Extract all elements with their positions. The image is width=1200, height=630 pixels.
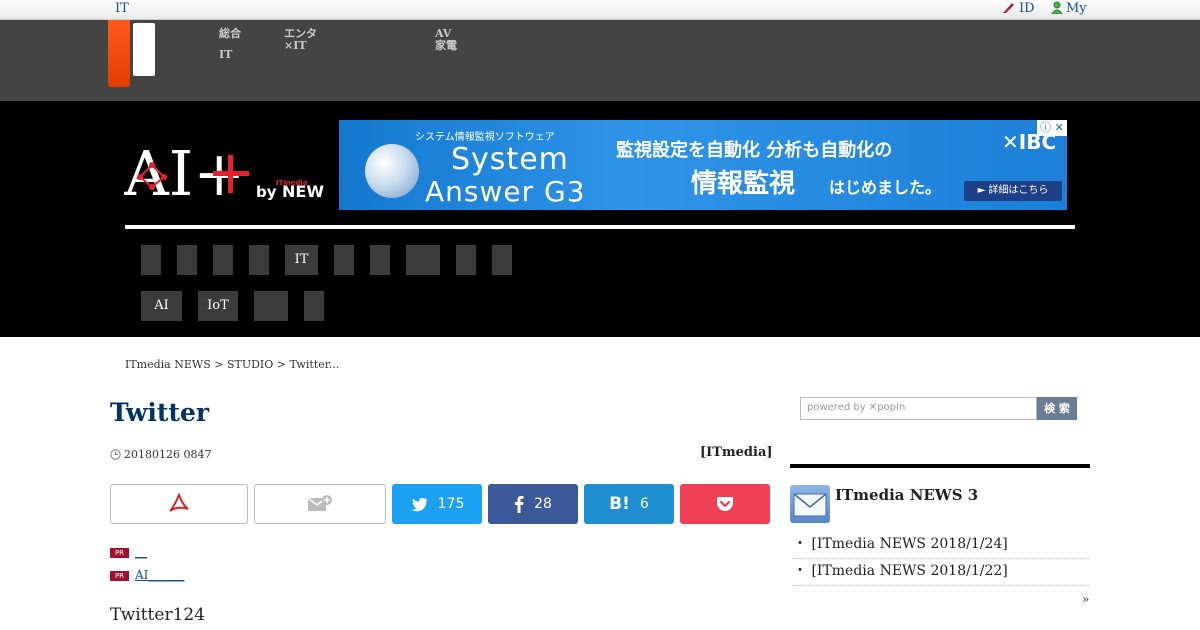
pr-badge: PR: [110, 571, 129, 581]
facebook-share-count: 28: [534, 496, 552, 512]
ad-product-line1: System: [451, 142, 569, 177]
hatena-icon: B!: [609, 494, 630, 514]
search-button[interactable]: 検 索: [1037, 397, 1077, 420]
mail-add-icon: [307, 495, 332, 511]
pr-badge: PR: [110, 548, 129, 558]
breadcrumb[interactable]: ITmedia NEWS > STUDIO > Twitter...: [125, 358, 339, 371]
category-tab[interactable]: [304, 291, 324, 321]
envelope-icon: [790, 485, 830, 523]
ad-headline-2: 情報監視: [691, 169, 796, 199]
pdf-button[interactable]: [110, 484, 248, 524]
logo-main: AI+: [124, 137, 245, 201]
pdf-icon: [169, 493, 189, 512]
ad-product-line2: Answer G3: [425, 175, 586, 208]
category-tab[interactable]: [213, 245, 233, 275]
article-date: 20180126 0847: [110, 448, 211, 461]
logo-by: by: [256, 183, 277, 201]
ranking-item[interactable]: ・ [ITmedia NEWS 2018/1/22]: [793, 560, 1089, 586]
category-tab-it[interactable]: IT: [285, 245, 318, 275]
ad-banner[interactable]: システム情報監視ソフトウェア System Answer G3 監視設定を自動化…: [339, 120, 1067, 210]
pr-link[interactable]: AI______: [135, 568, 184, 582]
logo-brand: NEWS: [282, 182, 324, 201]
category-tab[interactable]: [334, 245, 354, 275]
category-tab[interactable]: [492, 245, 512, 275]
ranking-item[interactable]: ・ [ITmedia NEWS 2018/1/24]: [793, 533, 1089, 559]
ad-cta-button[interactable]: ► 詳細はこちら: [964, 181, 1062, 201]
category-tab[interactable]: [456, 245, 476, 275]
pr-link-item: PR __: [110, 545, 147, 559]
facebook-share-button[interactable]: 28: [488, 484, 578, 524]
category-tab[interactable]: [406, 245, 440, 275]
id-link[interactable]: ID: [1002, 0, 1035, 17]
global-nav: 総合 IT エンタ ×IT AV 家電: [0, 20, 1200, 101]
category-tab[interactable]: [370, 245, 390, 275]
pocket-icon: [717, 497, 733, 511]
ad-tagline: システム情報監視ソフトウェア: [415, 132, 555, 143]
top-strip: IT ID My: [0, 0, 1200, 20]
nav-item-line: IT: [219, 48, 233, 61]
header-divider: [125, 225, 1075, 229]
category-tab[interactable]: [177, 245, 197, 275]
twitter-icon: [411, 497, 427, 511]
more-link[interactable]: »: [1082, 592, 1089, 606]
article-date-text: 20180126 0847: [124, 448, 212, 461]
id-link-label: ID: [1019, 1, 1035, 16]
pr-link[interactable]: __: [135, 545, 147, 559]
ad-headline-1: 監視設定を自動化 分析も自動化の: [616, 140, 893, 161]
article-byline: [ITmedia]: [700, 445, 773, 460]
category-tab[interactable]: [249, 245, 269, 275]
facebook-icon: [515, 496, 524, 513]
search-input[interactable]: powered by ✕popIn: [800, 397, 1037, 420]
twitter-share-button[interactable]: 175: [392, 484, 482, 524]
mail-subscribe-button[interactable]: [254, 484, 386, 524]
my-link[interactable]: My: [1051, 0, 1087, 17]
hatena-bookmark-button[interactable]: B! 6: [584, 484, 674, 524]
nav-item-general[interactable]: 総合 IT: [219, 28, 241, 61]
itmedia-logo-tile[interactable]: [133, 23, 155, 76]
pocket-button[interactable]: [680, 484, 770, 524]
article-title: Twitter: [110, 398, 210, 427]
pencil-icon: [1003, 3, 1014, 13]
category-tab-iot[interactable]: IoT: [198, 291, 238, 321]
globe-icon: [365, 144, 419, 198]
nav-item-line: 家電: [435, 39, 457, 52]
search-placeholder: powered by ✕popIn: [807, 402, 906, 413]
category-tab[interactable]: [141, 245, 161, 275]
site-link[interactable]: IT: [115, 0, 129, 17]
ad-close-icon[interactable]: ⓘ ✕: [1037, 120, 1067, 136]
person-icon: [1051, 1, 1063, 14]
hatena-bookmark-count: 6: [639, 496, 649, 512]
my-link-label: My: [1066, 1, 1087, 16]
ai-plus-logo-graphic: AI+ by ITmedia NEWS: [123, 137, 336, 210]
nav-item-av[interactable]: AV 家電: [435, 28, 457, 52]
nav-item-line: 総合: [219, 27, 241, 40]
category-tab[interactable]: [254, 291, 288, 321]
twitter-share-count: 175: [437, 496, 465, 512]
nav-item-line: ×IT: [284, 39, 307, 52]
pr-link-item: PR AI______: [110, 568, 184, 582]
ranking-title: ITmedia NEWS 3: [835, 486, 979, 504]
category-tab-ai[interactable]: AI: [141, 291, 182, 321]
article-body: Twitter124: [110, 605, 206, 625]
ad-headline-3: はじめました。: [829, 178, 942, 197]
itmedia-logo-bar[interactable]: [108, 20, 130, 87]
section-header: AI+ by ITmedia NEWS システム情報監視ソフトウェア Syste…: [0, 101, 1200, 337]
sidebar-divider: [790, 464, 1090, 468]
ai-plus-logo[interactable]: AI+ by ITmedia NEWS: [123, 137, 336, 210]
clock-icon: [110, 449, 121, 460]
nav-item-entertainment[interactable]: エンタ ×IT: [284, 28, 317, 52]
